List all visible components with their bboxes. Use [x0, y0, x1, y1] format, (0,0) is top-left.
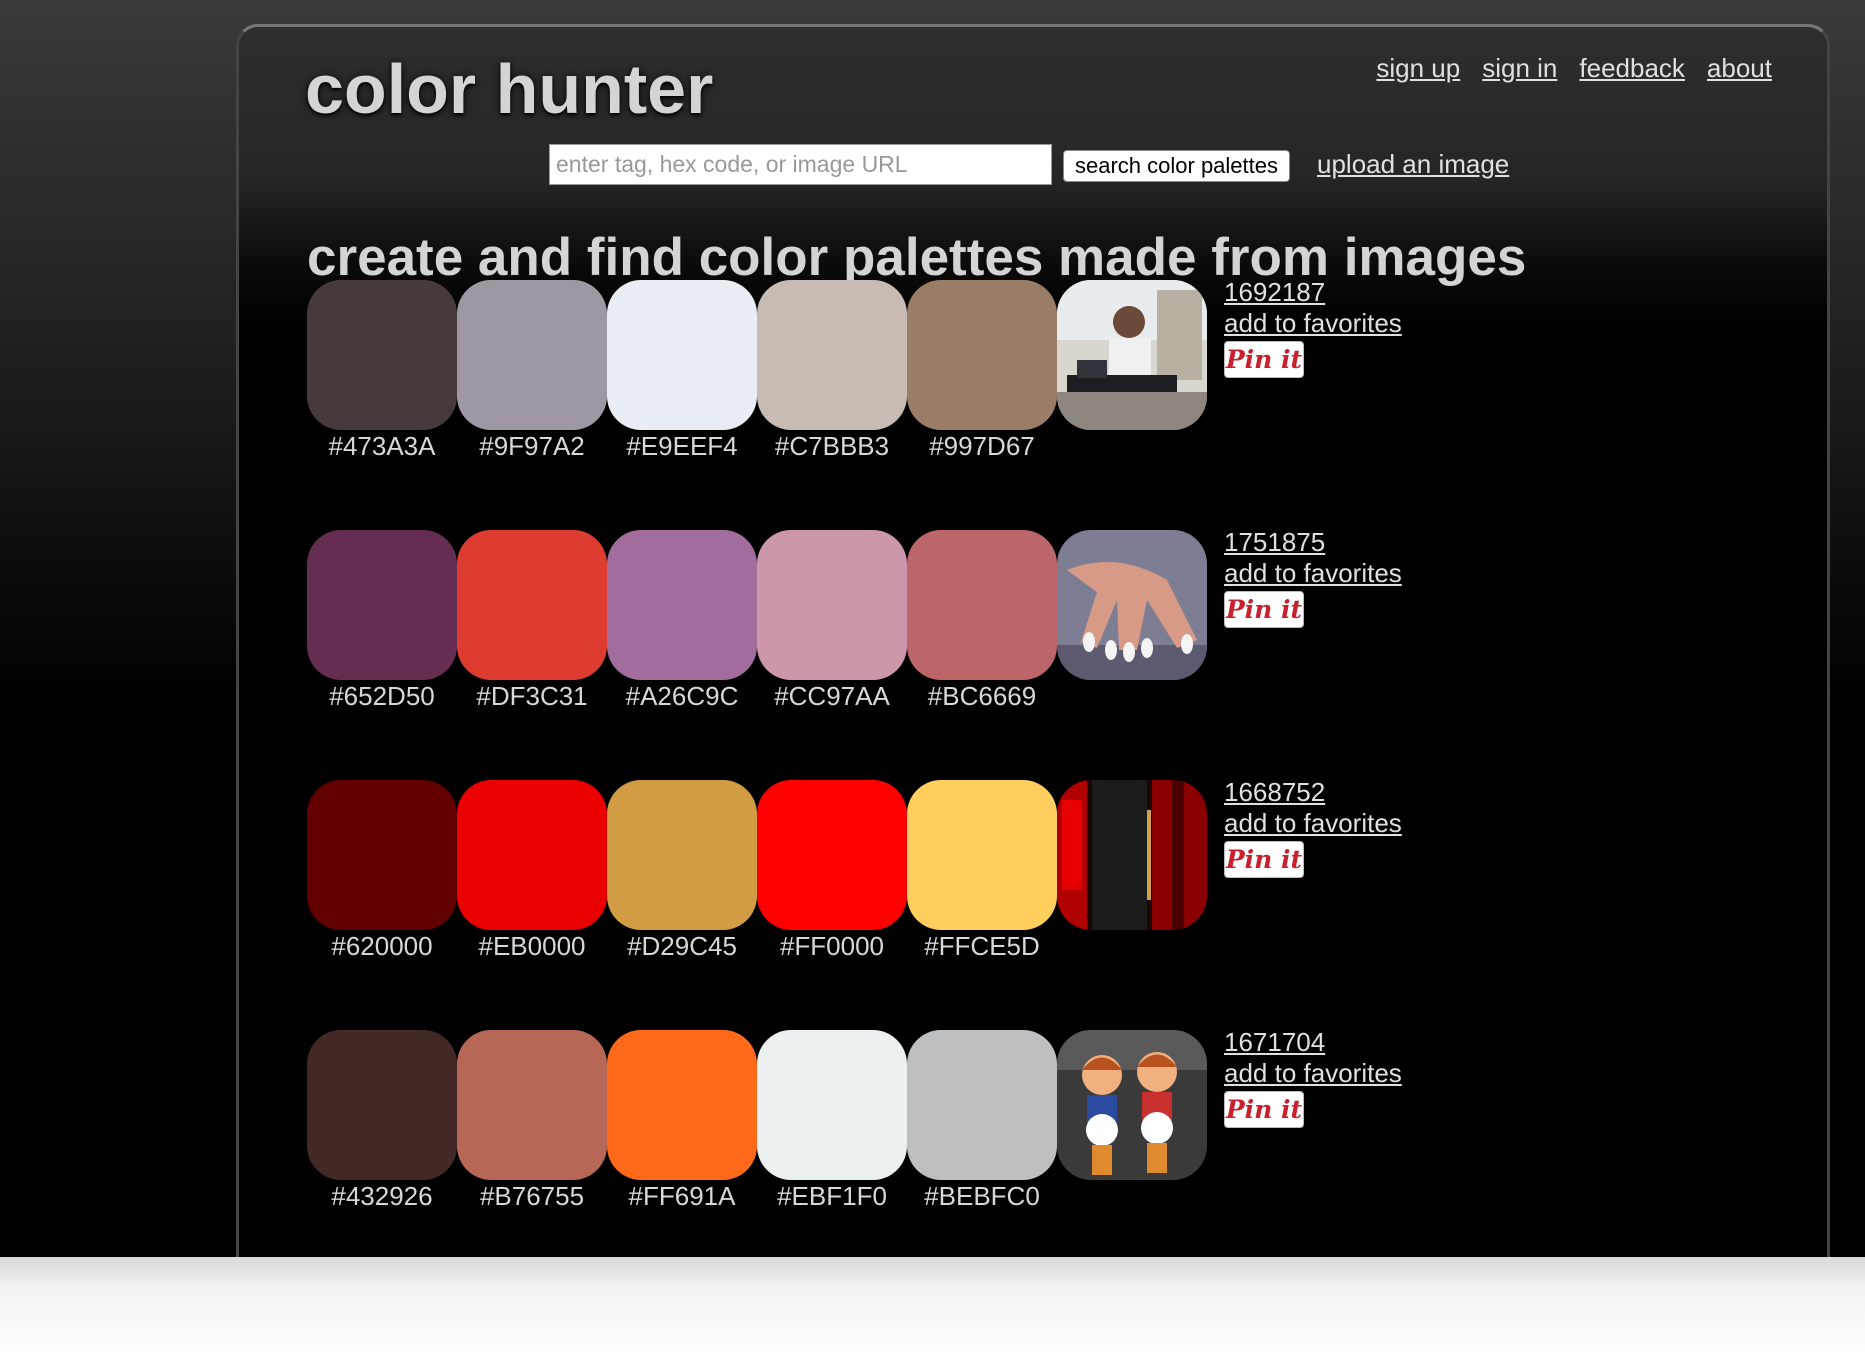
palette-id-link[interactable]: 1692187: [1224, 277, 1402, 308]
toy-figures-photo-thumbnail[interactable]: [1057, 1030, 1207, 1180]
hex-label: #CC97AA: [774, 681, 890, 711]
color-swatch[interactable]: [307, 280, 457, 430]
pin-it-button[interactable]: Pin it: [1224, 341, 1304, 378]
palette-id-link[interactable]: 1668752: [1224, 777, 1402, 808]
color-swatch[interactable]: [607, 530, 757, 680]
hex-label: #652D50: [329, 681, 435, 711]
palette-id-link[interactable]: 1751875: [1224, 527, 1402, 558]
nav-sign-in-link[interactable]: sign in: [1482, 53, 1557, 84]
color-swatch[interactable]: [757, 530, 907, 680]
hex-label: #997D67: [929, 431, 1035, 461]
add-to-favorites-link[interactable]: add to favorites: [1224, 558, 1402, 589]
top-nav: sign up sign in feedback about: [1376, 53, 1772, 84]
palette-row: 1668752 add to favorites Pin it #620000 …: [307, 777, 1407, 970]
red-curtain-photo-icon: [1057, 780, 1207, 930]
painted-nails-photo-icon: [1057, 530, 1207, 680]
color-swatch[interactable]: [307, 1030, 457, 1180]
hex-label: #9F97A2: [479, 431, 585, 461]
add-to-favorites-link[interactable]: add to favorites: [1224, 1058, 1402, 1089]
bottom-fade: [0, 1257, 1865, 1357]
color-swatch[interactable]: [757, 1030, 907, 1180]
toy-figures-photo-icon: [1057, 1030, 1207, 1180]
hex-label: #FFCE5D: [924, 931, 1040, 961]
hex-label: #A26C9C: [625, 681, 739, 711]
hex-label: #B76755: [479, 1181, 585, 1211]
color-swatch[interactable]: [907, 530, 1057, 680]
upload-image-link[interactable]: upload an image: [1317, 149, 1509, 180]
hex-label: #EBF1F0: [777, 1181, 887, 1211]
pin-it-button[interactable]: Pin it: [1224, 1091, 1304, 1128]
hex-label: #BC6669: [927, 681, 1037, 711]
color-swatch[interactable]: [307, 530, 457, 680]
color-swatch[interactable]: [457, 280, 607, 430]
red-curtain-photo-thumbnail[interactable]: [1057, 780, 1207, 930]
painted-nails-photo-thumbnail[interactable]: [1057, 530, 1207, 680]
palette-meta: 1671704 add to favorites Pin it: [1224, 1027, 1402, 1128]
color-swatch[interactable]: [907, 1030, 1057, 1180]
site-window: color hunter sign up sign in feedback ab…: [236, 24, 1830, 1257]
search-palettes-button[interactable]: search color palettes: [1063, 150, 1290, 182]
hex-label: #FF0000: [779, 931, 885, 961]
nav-sign-up-link[interactable]: sign up: [1376, 53, 1460, 84]
color-swatch[interactable]: [907, 780, 1057, 930]
nav-about-link[interactable]: about: [1707, 53, 1772, 84]
site-logo[interactable]: color hunter: [305, 49, 713, 129]
pin-it-button[interactable]: Pin it: [1224, 841, 1304, 878]
hex-label: #432926: [331, 1181, 433, 1211]
palette-meta: 1668752 add to favorites Pin it: [1224, 777, 1402, 878]
color-swatch[interactable]: [907, 280, 1057, 430]
hex-label: #C7BBB3: [774, 431, 890, 461]
nav-feedback-link[interactable]: feedback: [1579, 53, 1685, 84]
palette-row: 1751875 add to favorites Pin it #652D50 …: [307, 527, 1407, 720]
hex-label: #BEBFC0: [924, 1181, 1040, 1211]
palette-id-link[interactable]: 1671704: [1224, 1027, 1402, 1058]
color-swatch[interactable]: [607, 280, 757, 430]
color-swatch[interactable]: [757, 780, 907, 930]
musician-photo-thumbnail[interactable]: [1057, 280, 1207, 430]
hex-label: #620000: [331, 931, 433, 961]
palette-row: 1692187 add to favorites Pin it #473A3A …: [307, 277, 1407, 470]
add-to-favorites-link[interactable]: add to favorites: [1224, 308, 1402, 339]
color-swatch[interactable]: [457, 1030, 607, 1180]
search-input[interactable]: [549, 144, 1052, 185]
hex-label: #EB0000: [478, 931, 586, 961]
color-swatch[interactable]: [757, 280, 907, 430]
color-swatch[interactable]: [457, 780, 607, 930]
palette-meta: 1692187 add to favorites Pin it: [1224, 277, 1402, 378]
color-swatch[interactable]: [457, 530, 607, 680]
musician-photo-icon: [1057, 280, 1207, 430]
pin-it-button[interactable]: Pin it: [1224, 591, 1304, 628]
hex-label: #473A3A: [328, 431, 436, 461]
color-swatch[interactable]: [607, 780, 757, 930]
hex-label: #D29C45: [627, 931, 737, 961]
hex-label: #FF691A: [628, 1181, 736, 1211]
hex-label: #E9EEF4: [626, 431, 738, 461]
color-swatch[interactable]: [307, 780, 457, 930]
add-to-favorites-link[interactable]: add to favorites: [1224, 808, 1402, 839]
color-swatch[interactable]: [607, 1030, 757, 1180]
palette-meta: 1751875 add to favorites Pin it: [1224, 527, 1402, 628]
hex-label: #DF3C31: [476, 681, 588, 711]
palette-row: 1671704 add to favorites Pin it #432926 …: [307, 1027, 1407, 1220]
